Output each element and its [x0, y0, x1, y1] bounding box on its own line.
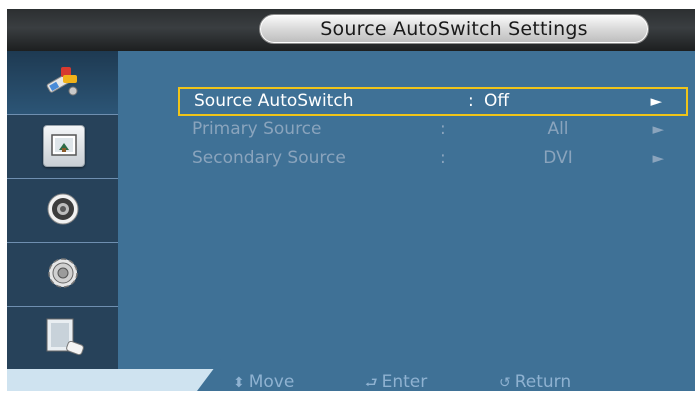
- right-arrow-icon: ►: [652, 149, 664, 167]
- menu-row-colon: :: [468, 91, 474, 111]
- return-icon: ↺: [499, 375, 511, 391]
- menu-row-label: Source AutoSwitch: [194, 91, 354, 111]
- menu-row-value: Off: [484, 91, 510, 111]
- footer-move-label: Move: [248, 372, 295, 391]
- menu-row-source-autoswitch[interactable]: Source AutoSwitch : Off ►: [178, 87, 688, 116]
- footer-enter-hint: ⮐ Enter: [365, 372, 427, 391]
- osd-window: Source AutoSwitch Settings Source AutoSw…: [7, 9, 695, 391]
- menu-row-secondary-source: Secondary Source : DVI ►: [178, 145, 688, 171]
- enter-icon: ⮐: [365, 375, 378, 391]
- footer-return-hint: ↺ Return: [499, 372, 571, 391]
- footer-enter-label: Enter: [381, 372, 428, 391]
- menu-list: Source AutoSwitch : Off ► Primary Source…: [7, 9, 695, 391]
- menu-row-colon: :: [440, 119, 446, 139]
- footer-move-hint: ⬍ Move: [233, 372, 294, 391]
- right-arrow-icon: ►: [652, 120, 664, 138]
- menu-row-value: DVI: [543, 148, 573, 168]
- menu-row-primary-source: Primary Source : All ►: [178, 116, 688, 142]
- move-arrows-icon: ⬍: [233, 375, 245, 391]
- menu-row-label: Secondary Source: [192, 148, 346, 168]
- footer-return-label: Return: [514, 372, 572, 391]
- menu-row-colon: :: [440, 148, 446, 168]
- right-arrow-icon: ►: [650, 92, 662, 110]
- menu-row-value: All: [547, 119, 569, 139]
- menu-row-label: Primary Source: [192, 119, 322, 139]
